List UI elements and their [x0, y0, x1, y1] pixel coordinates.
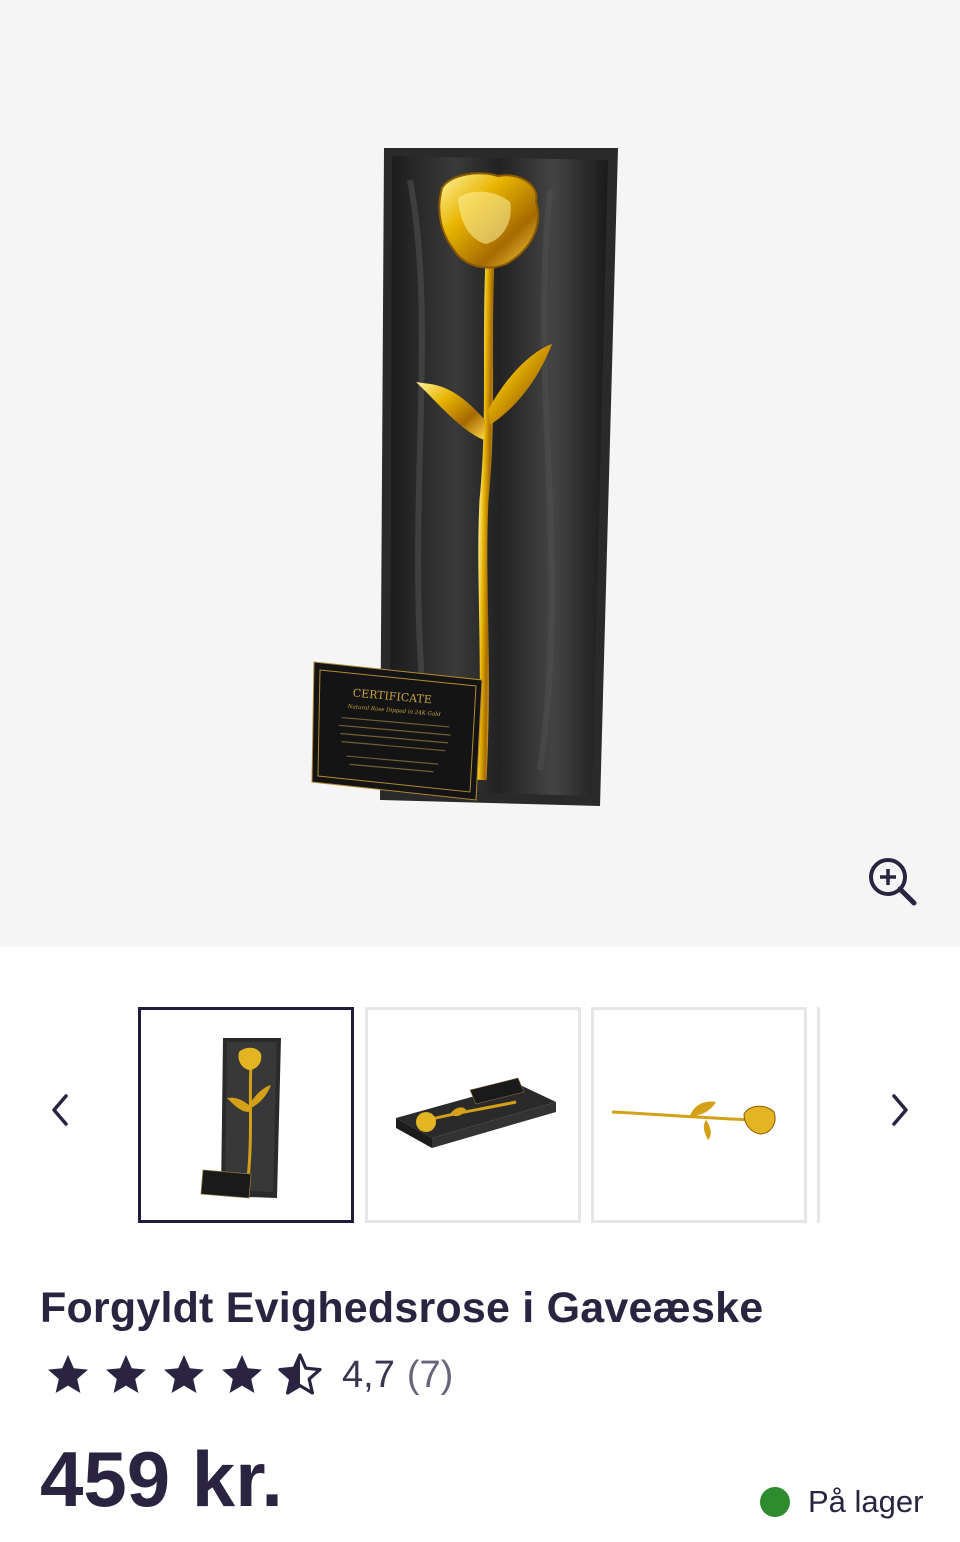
star-full-icon — [164, 1355, 204, 1393]
thumbnail-2[interactable] — [365, 1007, 581, 1223]
zoom-in-icon — [869, 858, 917, 906]
thumbnail-single-rose-image — [594, 1010, 804, 1220]
thumbnail-1[interactable] — [138, 1007, 354, 1223]
rating-value: 4,7 — [342, 1353, 395, 1396]
chevron-left-icon — [52, 1094, 68, 1126]
product-rating[interactable]: 4,7 (7) — [44, 1350, 453, 1400]
chevron-right-icon — [892, 1094, 908, 1126]
stock-status: På lager — [760, 1484, 923, 1520]
carousel-next-button[interactable] — [880, 1080, 920, 1140]
thumbnail-3[interactable] — [591, 1007, 807, 1223]
star-full-icon — [106, 1355, 146, 1393]
thumbnail-carousel — [0, 1000, 960, 1230]
thumbnail-open-box-image — [368, 1010, 578, 1220]
stock-status-label: På lager — [808, 1484, 924, 1519]
star-half-icon — [278, 1353, 322, 1395]
carousel-prev-button[interactable] — [40, 1080, 80, 1140]
zoom-button[interactable] — [864, 854, 920, 910]
stock-indicator-dot — [760, 1487, 790, 1517]
star-full-icon — [222, 1355, 262, 1393]
product-title: Forgyldt Evighedsrose i Gaveæske — [40, 1284, 764, 1332]
star-full-icon — [48, 1355, 88, 1393]
gold-rose-gift-box-image: CERTIFICATE Natural Rose Dipped in 24K G… — [311, 148, 618, 806]
product-price: 459 kr. — [40, 1435, 283, 1523]
rating-stars — [44, 1351, 324, 1399]
thumbnail-boxed-rose-image — [141, 1010, 351, 1220]
rating-count[interactable]: (7) — [407, 1354, 453, 1397]
product-main-image[interactable]: CERTIFICATE Natural Rose Dipped in 24K G… — [0, 0, 960, 947]
thumbnail-4-partial[interactable] — [817, 1007, 823, 1223]
